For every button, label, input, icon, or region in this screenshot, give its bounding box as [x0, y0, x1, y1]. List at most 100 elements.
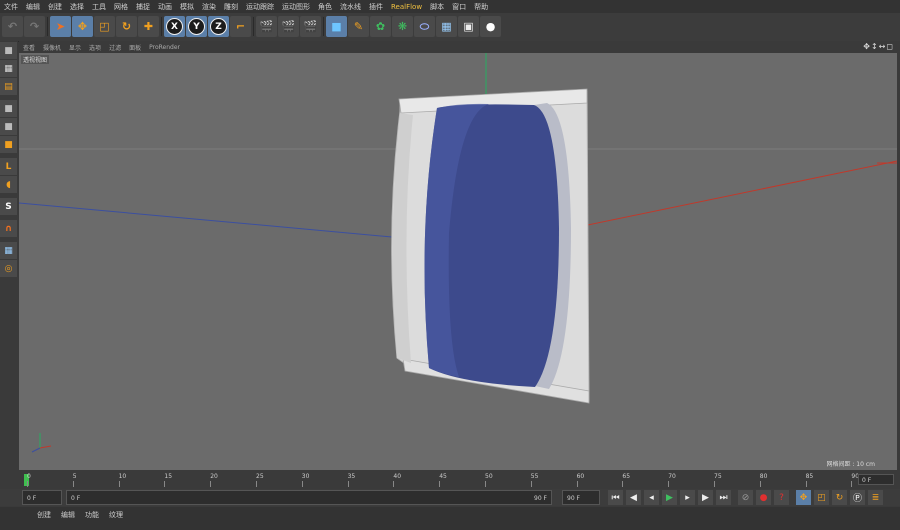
viewport-menu-view[interactable]: 查看 [19, 43, 39, 52]
key-scale-button[interactable]: ◰ [814, 490, 829, 505]
menu-help[interactable]: 帮助 [470, 2, 492, 12]
viewport-menu-filter[interactable]: 过滤 [105, 43, 125, 52]
add-tool-button[interactable]: ✚ [138, 16, 159, 37]
subdivision-button[interactable]: ✿ [370, 16, 391, 37]
auto-key-button[interactable]: ? [774, 490, 789, 505]
floor-button[interactable]: ▦ [436, 16, 457, 37]
help-icon: ? [779, 492, 784, 503]
key-mode-button[interactable]: ⊘ [738, 490, 753, 505]
render-settings-button[interactable]: 🎬 [300, 16, 321, 37]
scale-tool-button[interactable]: ◰ [94, 16, 115, 37]
skip-start-icon: ⏮ [611, 492, 620, 503]
edges-mode-button[interactable]: ■ [0, 118, 17, 135]
current-frame-field[interactable]: 0 F [22, 490, 62, 505]
workplane-button[interactable]: ▤ [0, 78, 17, 95]
coordinate-system-button[interactable]: ⌐ [230, 16, 251, 37]
snap-button[interactable]: S [0, 198, 17, 215]
next-key-button[interactable]: ▶ [698, 490, 713, 505]
menu-file[interactable]: 文件 [0, 2, 22, 12]
rotate-tool-button[interactable]: ↻ [116, 16, 137, 37]
menu-motion-tracking[interactable]: 运动跟踪 [242, 2, 278, 12]
x-axis-lock-button[interactable]: X [164, 16, 185, 37]
axis-mode-button[interactable]: L [0, 158, 17, 175]
next-frame-button[interactable]: ▸ [680, 490, 695, 505]
z-axis-lock-button[interactable]: Z [208, 16, 229, 37]
menu-realflow[interactable]: RealFlow [387, 3, 426, 11]
grid-lock-button[interactable]: ▦ [0, 242, 17, 259]
render-to-picture-viewer-button[interactable]: 🎬 [278, 16, 299, 37]
menu-window[interactable]: 窗口 [448, 2, 470, 12]
select-arrow-button[interactable]: ➤ [50, 16, 71, 37]
magnet-button[interactable]: ∩ [0, 220, 17, 237]
polygons-mode-button[interactable]: ■ [0, 136, 17, 153]
cube-grey-icon: ■ [4, 45, 13, 56]
material-menu-create[interactable]: 创建 [32, 510, 56, 520]
light-button[interactable]: ● [480, 16, 501, 37]
menu-bar: 文件 编辑 创建 选择 工具 网格 捕捉 动画 模拟 渲染 雕刻 运动跟踪 运动… [0, 0, 900, 13]
timeline-tick-mark [714, 481, 715, 487]
max-frame-field[interactable]: 90 F [562, 490, 600, 505]
play-button[interactable]: ▶ [662, 490, 677, 505]
menu-simulate[interactable]: 模拟 [176, 2, 198, 12]
menu-edit[interactable]: 编辑 [22, 2, 44, 12]
material-menu-texture[interactable]: 纹理 [104, 510, 128, 520]
mograph-cloner-button[interactable]: ❋ [392, 16, 413, 37]
pen-spline-button[interactable]: ✎ [348, 16, 369, 37]
previous-frame-button[interactable]: ◂ [644, 490, 659, 505]
menu-script[interactable]: 脚本 [426, 2, 448, 12]
menu-create[interactable]: 创建 [44, 2, 66, 12]
menu-tools[interactable]: 工具 [88, 2, 110, 12]
step-back-icon: ◂ [649, 492, 654, 503]
deformer-button[interactable]: ⬭ [414, 16, 435, 37]
menu-pipeline[interactable]: 流水线 [336, 2, 365, 12]
make-editable-button[interactable]: ■ [0, 42, 17, 59]
key-parameter-button[interactable]: Ⓟ [850, 490, 865, 505]
timeline-tick-label: 65 [622, 473, 631, 480]
key-position-button[interactable]: ✥ [796, 490, 811, 505]
render-view-button[interactable]: 🎬 [256, 16, 277, 37]
menu-render[interactable]: 渲染 [198, 2, 220, 12]
viewport-navigation-icons[interactable]: ✥↕↔◻ [863, 42, 894, 51]
plus-icon: ✚ [143, 20, 154, 33]
polygons-icon: ■ [4, 139, 13, 150]
timeline-ruler[interactable]: 0 5 10 15 20 25 30 35 40 45 50 55 60 65 70 75 80 85 90 0 F [19, 471, 900, 488]
menu-mesh[interactable]: 网格 [110, 2, 132, 12]
texture-mode-button[interactable]: ▦ [0, 60, 17, 77]
viewport-menu-options[interactable]: 选项 [85, 43, 105, 52]
material-menu-function[interactable]: 功能 [80, 510, 104, 520]
timeline-tick-mark [530, 481, 532, 487]
world-axis-icon: ⌐ [235, 20, 246, 33]
cube-primitive-button[interactable]: ■ [326, 16, 347, 37]
move-tool-button[interactable]: ✥ [72, 16, 93, 37]
menu-plugins[interactable]: 插件 [365, 2, 387, 12]
go-to-start-button[interactable]: ⏮ [608, 490, 623, 505]
material-menu-edit[interactable]: 编辑 [56, 510, 80, 520]
preview-range-slider[interactable]: 0 F 90 F [66, 490, 552, 505]
previous-key-button[interactable]: ◀ [626, 490, 641, 505]
viewport-menu-prorender[interactable]: ProRender [145, 44, 184, 51]
menu-snap[interactable]: 捕捉 [132, 2, 154, 12]
menu-animate[interactable]: 动画 [154, 2, 176, 12]
timeline-window-button[interactable]: ≣ [868, 490, 883, 505]
menu-mograph[interactable]: 运动图形 [278, 2, 314, 12]
menu-sculpt[interactable]: 雕刻 [220, 2, 242, 12]
viewport-menu-camera[interactable]: 摄像机 [39, 43, 65, 52]
viewport-menu-display[interactable]: 显示 [65, 43, 85, 52]
camera-button[interactable]: ▣ [458, 16, 479, 37]
soft-selection-button[interactable]: ◎ [0, 260, 17, 277]
go-to-end-button[interactable]: ⏭ [716, 490, 731, 505]
redo-button[interactable]: ↷ [24, 16, 45, 37]
undo-button[interactable]: ↶ [2, 16, 23, 37]
record-button[interactable]: ● [756, 490, 771, 505]
timeline-tick-mark [668, 481, 670, 487]
key-rotation-button[interactable]: ↻ [832, 490, 847, 505]
menu-character[interactable]: 角色 [314, 2, 336, 12]
viewport-menu-panel[interactable]: 面板 [125, 43, 145, 52]
dope-sheet-icon: ≣ [871, 492, 880, 503]
grid-floor-icon: ▦ [441, 20, 452, 33]
tweak-mode-button[interactable]: ◖ [0, 176, 17, 193]
menu-select[interactable]: 选择 [66, 2, 88, 12]
points-mode-button[interactable]: ■ [0, 100, 17, 117]
y-axis-lock-button[interactable]: Y [186, 16, 207, 37]
perspective-viewport[interactable]: 透视视图 网格间距 : 10 cm [19, 53, 897, 470]
